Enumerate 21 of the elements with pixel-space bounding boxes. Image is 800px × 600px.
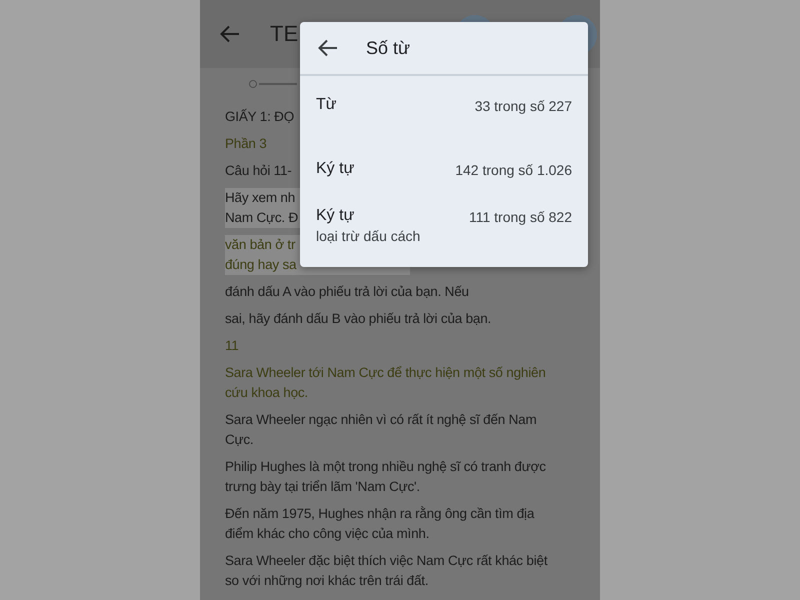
count-label: Ký tự	[316, 160, 354, 178]
document-paragraph: sai, hãy đánh dấu B vào phiếu trả lời của bạn.	[225, 310, 492, 328]
back-arrow-icon[interactable]	[318, 39, 338, 57]
count-value: 111 trong số 822	[468, 209, 572, 225]
document-paragraph: đánh dấu A vào phiếu trả lời của bạn. Nếu	[225, 283, 469, 301]
count-value: 142 trong số 1.026	[455, 162, 572, 178]
document-paragraph: Sara Wheeler đặc biệt thích việc Nam Cực rất khác biệt so với những nơi khác trên trái đất.	[225, 552, 548, 590]
document-paragraph: Sara Wheeler ngạc nhiên vì có rất ít nghệ sĩ đến Nam Cực.	[225, 411, 537, 449]
document-paragraph: Sara Wheeler tới Nam Cực để thực hiện một số nghiên cứu khoa học.	[225, 364, 546, 402]
document-paragraph: Câu hỏi 11-	[225, 162, 292, 180]
logo-icon	[249, 80, 299, 88]
dialog-title: Số từ	[366, 38, 410, 58]
document-paragraph: Đến năm 1975, Hughes nhận ra rằng ông cần tìm địa điểm khác cho công việc của mình.	[225, 505, 534, 543]
document-paragraph: GIẤY 1: ĐỌ	[225, 108, 294, 126]
count-label: Từ	[316, 96, 336, 114]
count-label: Ký tự	[316, 207, 356, 225]
document-paragraph: 11	[225, 337, 239, 355]
document-paragraph: Phần 3	[225, 135, 267, 153]
count-value: 33 trong số 227	[474, 98, 572, 114]
document-paragraph: Philip Hughes là một trong nhiều nghệ sĩ có tranh được trưng bày tại triển lãm 'Nam Cực'.	[225, 458, 546, 496]
document-title: TE	[270, 21, 298, 47]
